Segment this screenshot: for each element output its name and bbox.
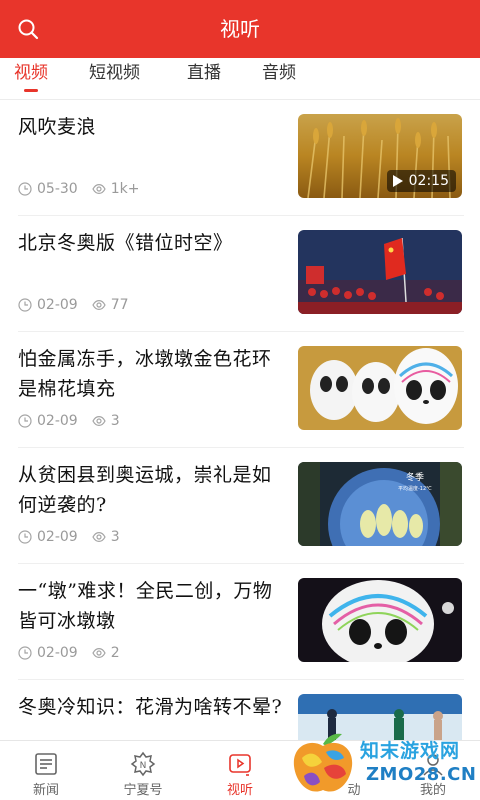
item-title: 北京冬奥版《错位时空》: [18, 232, 233, 254]
item-meta: 02-09 3: [18, 528, 120, 546]
duration-badge: 02:15: [386, 170, 456, 192]
video-thumbnail[interactable]: 冬季 平均温度-12℃: [298, 462, 462, 546]
list-item[interactable]: 怕金属冻手，冰墩墩金色花环是棉花填充 02-09 3: [18, 332, 464, 448]
item-meta: 02-09 77: [18, 296, 129, 314]
eye-icon: [92, 299, 106, 311]
video-icon: [229, 754, 251, 776]
apple-logo-icon: [293, 733, 353, 792]
item-views: 2: [110, 645, 120, 661]
item-date: 02-09: [37, 529, 78, 545]
item-title: 一“墩”难求！全民二创，万物皆可冰墩墩: [18, 580, 273, 632]
clock-icon: [18, 646, 32, 660]
clock-icon: [18, 298, 32, 312]
list-item[interactable]: 从贫困县到奥运城，崇礼是如何逆袭的? 02-09 3 冬季 平均温度-12℃: [18, 448, 464, 564]
duration-text: 02:15: [408, 173, 449, 189]
item-views: 3: [110, 413, 120, 429]
tab-label: 音频: [262, 63, 296, 83]
video-thumbnail[interactable]: [298, 346, 462, 430]
item-date: 02-09: [37, 413, 78, 429]
eye-icon: [92, 415, 106, 427]
video-thumbnail[interactable]: 02:15: [298, 114, 462, 198]
item-meta: 02-09 3: [18, 412, 120, 430]
item-title: 风吹麦浪: [18, 116, 97, 138]
item-meta: 05-30 1k+: [18, 180, 139, 198]
watermark-url: ZMO28.CN: [366, 764, 477, 785]
list-item[interactable]: 一“墩”难求！全民二创，万物皆可冰墩墩 02-09 2: [18, 564, 464, 680]
tab-audio[interactable]: 音频: [262, 58, 296, 100]
nav-label: 视听: [226, 783, 253, 798]
item-date: 02-09: [37, 645, 78, 661]
nav-news[interactable]: 新闻: [11, 747, 81, 799]
category-tabs: 视频 短视频 直播 音频: [0, 58, 480, 100]
temperature-label: 平均温度-12℃: [398, 485, 432, 492]
item-date: 02-09: [37, 297, 78, 313]
olympic-flag-image: [298, 230, 462, 314]
tab-live[interactable]: 直播: [187, 58, 221, 100]
page-title: 视听: [220, 17, 260, 41]
tab-label: 直播: [187, 63, 221, 83]
video-thumbnail[interactable]: [298, 230, 462, 314]
eye-icon: [92, 183, 106, 195]
video-thumbnail[interactable]: [298, 578, 462, 662]
nav-label: 宁夏号: [123, 783, 163, 798]
tab-short-video[interactable]: 短视频: [89, 58, 140, 100]
item-title: 怕金属冻手，冰墩墩金色花环是棉花填充: [18, 348, 272, 400]
tab-video[interactable]: 视频: [14, 58, 48, 100]
tab-label: 短视频: [89, 63, 140, 83]
eye-icon: [92, 647, 106, 659]
nav-label: 新闻: [32, 783, 59, 798]
list-item[interactable]: 北京冬奥版《错位时空》 02-09 77: [18, 216, 464, 332]
eye-icon: [92, 531, 106, 543]
nav-video[interactable]: 视听: [205, 747, 275, 799]
ningxia-hao-icon: N: [130, 751, 156, 777]
clock-icon: [18, 530, 32, 544]
item-title: 冬奥冷知识：花滑为啥转不晕?: [18, 696, 283, 718]
top-bar: 视听: [0, 0, 480, 58]
watermark-text: 知末游戏网: [360, 740, 461, 762]
season-label: 冬季: [406, 471, 424, 483]
bing-dwen-dwen-image: [298, 346, 462, 430]
tab-label: 视频: [14, 63, 48, 83]
item-views: 3: [110, 529, 120, 545]
nav-ningxia-hao[interactable]: N 宁夏号: [108, 747, 178, 799]
item-meta: 02-09 2: [18, 644, 120, 662]
item-date: 05-30: [37, 181, 78, 197]
winter-infographic-image: 冬季 平均温度-12℃: [298, 462, 462, 546]
svg-text:N: N: [140, 761, 147, 771]
video-list: 风吹麦浪 05-30 1k+ 02:15 北京冬奥版《错位时空》 02-09 7…: [0, 100, 480, 740]
item-title: 从贫困县到奥运城，崇礼是如何逆袭的?: [18, 464, 272, 516]
item-views: 1k+: [110, 181, 140, 197]
clock-icon: [18, 182, 32, 196]
bing-dwen-dwen-closeup-image: [298, 578, 462, 662]
news-icon: [35, 753, 57, 775]
play-icon: [392, 175, 403, 187]
site-watermark: 知末游戏网 ZMO28.CN: [280, 722, 480, 800]
item-views: 77: [110, 297, 129, 313]
list-item[interactable]: 风吹麦浪 05-30 1k+ 02:15: [18, 100, 464, 216]
active-tab-indicator: [24, 89, 38, 92]
clock-icon: [18, 414, 32, 428]
